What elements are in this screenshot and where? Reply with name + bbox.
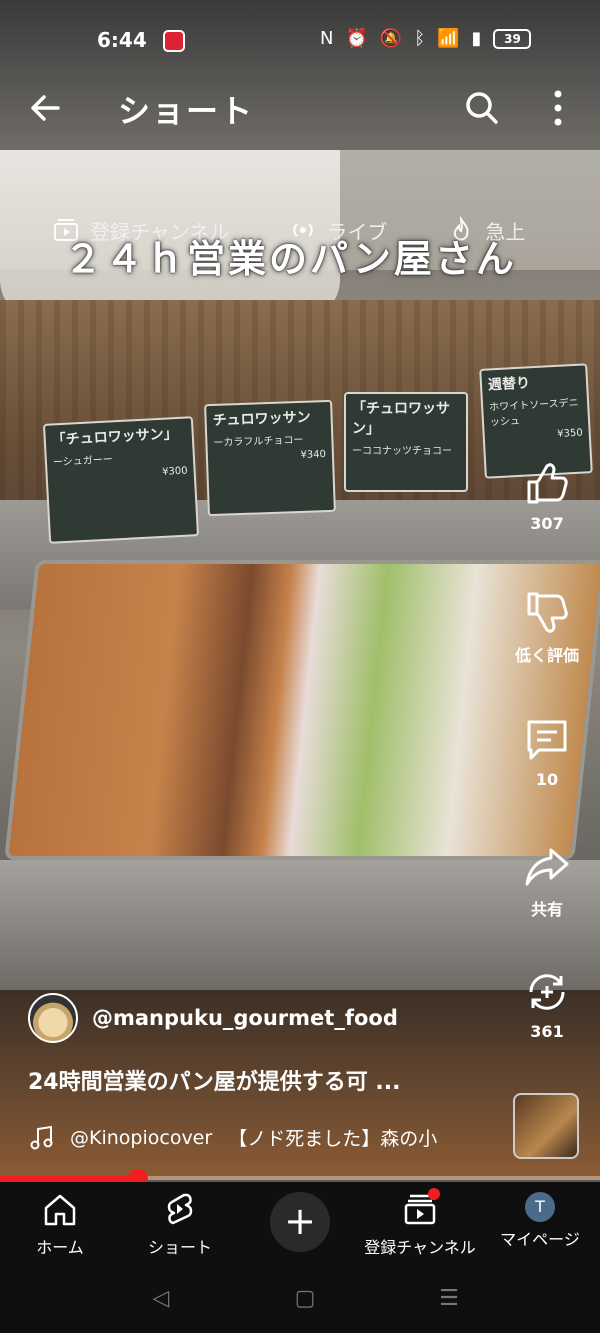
nav-subscriptions-label: 登録チャンネル — [364, 1238, 476, 1257]
notification-app-icon — [163, 30, 185, 52]
nav-subscriptions[interactable]: 登録チャンネル — [360, 1188, 480, 1258]
dislike-button[interactable]: 低く評価 — [515, 588, 579, 666]
music-artist: @Kinopiocover — [70, 1126, 213, 1149]
comment-count: 10 — [535, 770, 559, 789]
home-nav-button[interactable]: ▢ — [290, 1284, 320, 1314]
sign-title: 「チュロワッサン」 — [51, 425, 179, 449]
more-options-button[interactable] — [540, 88, 576, 128]
video-title[interactable]: 24時間営業のパン屋が提供する可 ... — [28, 1064, 400, 1096]
mute-icon: 🔕 — [379, 28, 403, 49]
signal-icon: ▮ — [471, 28, 482, 49]
music-track: 【ノド死ました】森の小 — [228, 1128, 438, 1150]
header: ショート — [0, 78, 600, 138]
wifi-icon: 📶 — [437, 28, 460, 49]
like-count: 307 — [530, 514, 564, 533]
sign-price: ¥350 — [556, 427, 583, 440]
system-nav-bar: ◁ ▢ ☰ — [0, 1266, 600, 1333]
sign-title: チュロワッサン — [212, 409, 311, 429]
comments-button[interactable]: 10 — [515, 716, 579, 789]
back-nav-button[interactable]: ◁ — [146, 1284, 176, 1314]
comment-icon — [527, 720, 567, 760]
sign-price: ¥300 — [161, 465, 188, 478]
like-button[interactable]: 307 — [515, 460, 579, 533]
notification-dot — [428, 1188, 440, 1200]
nav-home-label: ホーム — [36, 1238, 84, 1257]
sign-sub: ーカラフルチョコー — [213, 434, 304, 449]
price-sign-2: チュロワッサン ーカラフルチョコー ¥340 — [204, 399, 336, 517]
page-title: ショート — [118, 92, 255, 130]
sign-sub: ホワイトソースデニッシュ — [488, 397, 579, 429]
video-caption: ２４ｈ営業のパン屋さん — [64, 236, 517, 281]
create-button[interactable]: + — [270, 1192, 330, 1252]
status-bar: 6:44 N ⏰ 🔕 ᛒ 📶 ▮ 39 — [0, 0, 600, 80]
display-shelf-lower — [0, 860, 600, 1000]
sign-title: 週替り — [487, 375, 531, 394]
channel-name[interactable]: @manpuku_gourmet_food — [92, 1006, 398, 1030]
channel-row: @manpuku_gourmet_food — [28, 988, 508, 1048]
more-vertical-icon — [554, 90, 562, 126]
status-icons: N ⏰ 🔕 ᛒ 📶 ▮ 39 — [320, 28, 532, 49]
croissant-tray — [4, 560, 600, 860]
channel-avatar[interactable] — [28, 993, 78, 1043]
home-icon — [44, 1194, 76, 1226]
remix-button[interactable]: 361 — [515, 968, 579, 1041]
nav-shorts[interactable]: ショート — [120, 1192, 240, 1258]
triangle-back-icon: ◁ — [152, 1286, 170, 1311]
nav-mypage[interactable]: T マイページ — [480, 1192, 600, 1250]
nav-mypage-label: マイページ — [500, 1230, 580, 1249]
share-button[interactable]: 共有 — [515, 842, 579, 920]
bluetooth-icon: ᛒ — [414, 28, 426, 49]
share-label: 共有 — [530, 900, 563, 919]
bottom-nav: ホーム ショート + 登録チャンネル T マイページ — [0, 1182, 600, 1266]
remix-count: 361 — [530, 1022, 564, 1041]
alarm-icon: ⏰ — [345, 28, 368, 49]
nav-home[interactable]: ホーム — [0, 1192, 120, 1258]
price-sign-1: 「チュロワッサン」 ーシュガーー ¥300 — [42, 416, 200, 544]
sign-sub: ーシュガーー — [52, 454, 114, 469]
price-sign-3: 「チュロワッサン」 ーココナッツチョコー — [344, 392, 468, 492]
thumbs-up-icon — [527, 463, 568, 504]
profile-avatar: T — [525, 1192, 555, 1222]
action-rail: 307 低く評価 10 共有 361 — [515, 460, 579, 1060]
thumbs-down-icon — [527, 592, 568, 633]
nav-shorts-label: ショート — [147, 1238, 212, 1257]
shorts-icon — [167, 1193, 193, 1225]
sign-title: 「チュロワッサン」 — [352, 401, 450, 437]
sound-thumbnail[interactable] — [513, 1093, 579, 1159]
arrow-left-icon — [31, 95, 60, 121]
search-icon — [466, 92, 498, 124]
music-note-icon — [30, 1125, 53, 1149]
menu-lines-icon: ☰ — [439, 1286, 459, 1311]
back-button[interactable] — [28, 88, 68, 128]
remix-icon — [529, 974, 565, 1010]
dislike-label: 低く評価 — [515, 646, 580, 665]
music-row[interactable]: @Kinopiocover 【ノド死ました】森の小 — [30, 1124, 500, 1151]
plus-icon: + — [284, 1199, 316, 1243]
battery-icon: 39 — [493, 28, 532, 49]
status-time: 6:44 — [97, 28, 147, 52]
search-button[interactable] — [462, 88, 502, 128]
sign-sub: ーココナッツチョコー — [352, 446, 452, 457]
sign-price: ¥340 — [300, 449, 327, 461]
recents-nav-button[interactable]: ☰ — [434, 1284, 464, 1314]
square-home-icon: ▢ — [294, 1286, 316, 1311]
share-icon — [525, 848, 569, 886]
nfc-icon: N — [320, 28, 334, 49]
